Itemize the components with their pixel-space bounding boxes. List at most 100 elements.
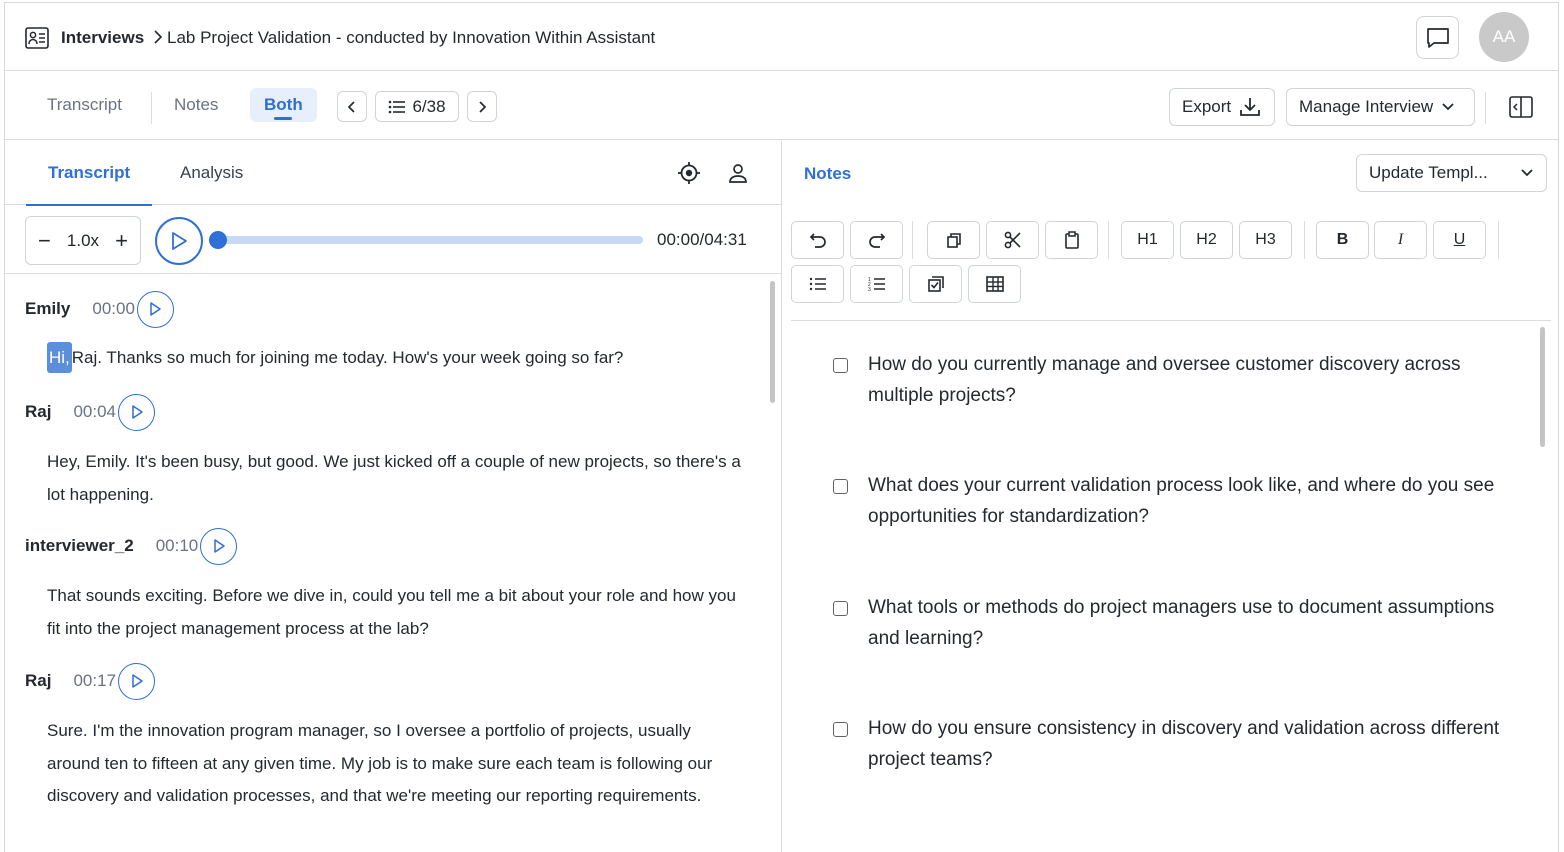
increase-speed-button[interactable]: + xyxy=(115,229,128,252)
download-icon xyxy=(1240,98,1261,116)
transcript-list: Emily 00:00 Hi, Raj. Thanks so much for j… xyxy=(5,275,781,852)
speed-value: 1.0x xyxy=(66,230,100,250)
manage-interview-dropdown[interactable]: Manage Interview xyxy=(1286,88,1475,126)
chat-button[interactable] xyxy=(1416,16,1459,59)
undo-button[interactable] xyxy=(791,221,844,259)
page-title: Lab Project Validation - conducted by In… xyxy=(167,28,656,47)
audio-player: − 1.0x + 00:00/04:31 xyxy=(5,206,781,274)
segment-play-button[interactable] xyxy=(118,393,156,431)
checklist-icon xyxy=(927,276,944,292)
segment-text: Hey, Emily. It's been busy, but good. We… xyxy=(47,452,741,504)
interview-counter: 6/38 xyxy=(412,96,446,116)
underline-button[interactable]: U xyxy=(1433,221,1486,259)
progress-track[interactable] xyxy=(217,236,643,244)
divider xyxy=(151,92,152,124)
timestamp[interactable]: 00:10 xyxy=(156,536,199,556)
question-text[interactable]: How do you ensure consistency in discove… xyxy=(868,714,1513,775)
segment-text-body: Raj. Thanks so much for joining me today… xyxy=(71,348,624,367)
update-template-dropdown[interactable]: Update Templ... xyxy=(1356,154,1547,192)
question-checkbox[interactable] xyxy=(833,601,848,616)
redo-button[interactable] xyxy=(850,221,903,259)
heading-2-button[interactable]: H2 xyxy=(1180,221,1233,259)
italic-button[interactable]: I xyxy=(1374,221,1427,259)
update-template-label: Update Templ... xyxy=(1369,163,1488,182)
svg-text:3: 3 xyxy=(868,287,871,291)
segment-header: Raj 00:04 xyxy=(25,393,156,431)
redo-icon xyxy=(868,233,885,248)
scrollbar[interactable] xyxy=(770,281,775,403)
avatar[interactable]: AA xyxy=(1479,12,1529,62)
play-button[interactable] xyxy=(155,217,203,265)
subtab-transcript[interactable]: Transcript xyxy=(25,141,153,206)
checklist-button[interactable] xyxy=(909,265,962,303)
view-tab-notes[interactable]: Notes xyxy=(160,88,232,122)
clipboard-icon xyxy=(1064,231,1079,249)
question-text[interactable]: What does your current validation proces… xyxy=(868,471,1513,532)
timestamp[interactable]: 00:00 xyxy=(92,299,135,319)
divider xyxy=(1108,221,1109,259)
insert-table-button[interactable] xyxy=(968,265,1021,303)
paste-button[interactable] xyxy=(1045,221,1098,259)
copy-button[interactable] xyxy=(927,221,980,259)
speaker-name: interviewer_2 xyxy=(25,536,134,555)
segment-text: Hi, Raj. Thanks so much for joining me to… xyxy=(47,342,747,375)
speaker-name: Raj xyxy=(25,402,52,421)
undo-icon xyxy=(809,233,826,248)
editor-toolbar: H1 H2 H3 B I U 123 xyxy=(791,221,1551,321)
subtab-analysis[interactable]: Analysis xyxy=(180,141,243,205)
play-icon xyxy=(131,405,143,419)
bullet-list-button[interactable] xyxy=(791,265,844,303)
view-tab-both[interactable]: Both xyxy=(250,88,317,122)
bold-button[interactable]: B xyxy=(1316,221,1369,259)
progress-handle[interactable] xyxy=(209,231,227,249)
segment-play-button[interactable] xyxy=(136,290,174,328)
app-window: Interviews Lab Project Validation - cond… xyxy=(4,2,1559,852)
chevron-down-icon xyxy=(1521,169,1533,177)
timestamp[interactable]: 00:17 xyxy=(73,671,116,691)
segment-play-button[interactable] xyxy=(200,527,238,565)
interview-list-button[interactable]: 6/38 xyxy=(375,91,459,122)
notes-editor[interactable]: How do you currently manage and oversee … xyxy=(783,323,1553,852)
speaker-icon[interactable] xyxy=(727,162,749,184)
prev-interview-button[interactable] xyxy=(337,91,367,122)
segment-play-button[interactable] xyxy=(118,662,156,700)
export-button[interactable]: Export xyxy=(1169,88,1275,126)
heading-3-button[interactable]: H3 xyxy=(1239,221,1292,259)
question-checkbox[interactable] xyxy=(833,722,848,737)
speaker-name: Emily xyxy=(25,299,71,318)
view-tab-transcript[interactable]: Transcript xyxy=(33,88,136,122)
divider xyxy=(912,221,913,259)
play-icon xyxy=(172,232,187,250)
segment-header: Raj 00:17 xyxy=(25,662,156,700)
scrollbar[interactable] xyxy=(1540,327,1545,447)
heading-1-button[interactable]: H1 xyxy=(1121,221,1174,259)
message-icon xyxy=(1426,27,1449,48)
segment-text: That sounds exciting. Before we dive in,… xyxy=(47,586,736,638)
numbered-list-icon: 123 xyxy=(868,277,885,291)
list-icon xyxy=(389,100,406,113)
decrease-speed-button[interactable]: − xyxy=(38,229,51,252)
cut-button[interactable] xyxy=(986,221,1039,259)
play-icon xyxy=(150,302,162,316)
export-label: Export xyxy=(1182,97,1232,116)
notes-header: Notes Update Templ... xyxy=(783,141,1558,205)
divider xyxy=(1485,92,1486,124)
split-panel-icon[interactable] xyxy=(1509,96,1533,118)
question-text[interactable]: What tools or methods do project manager… xyxy=(868,593,1513,654)
playback-speed-control: − 1.0x + xyxy=(25,216,141,265)
divider xyxy=(1304,221,1305,259)
notes-pane: Notes Update Templ... H1 H2 H3 B I U 1 2… xyxy=(783,141,1558,852)
play-icon xyxy=(213,539,225,553)
question-checkbox[interactable] xyxy=(833,479,848,494)
segment-header: Emily 00:00 xyxy=(25,290,174,328)
segment-header: interviewer_2 00:10 xyxy=(25,527,238,565)
timestamp[interactable]: 00:04 xyxy=(73,402,116,422)
highlighted-word: Hi, xyxy=(47,342,72,373)
notes-title[interactable]: Notes xyxy=(804,164,851,184)
question-text[interactable]: How do you currently manage and oversee … xyxy=(868,350,1513,411)
breadcrumb-interviews[interactable]: Interviews xyxy=(61,28,144,48)
next-interview-button[interactable] xyxy=(467,91,497,122)
numbered-list-button[interactable]: 123 xyxy=(850,265,903,303)
question-checkbox[interactable] xyxy=(833,358,848,373)
locate-icon[interactable] xyxy=(677,161,701,185)
